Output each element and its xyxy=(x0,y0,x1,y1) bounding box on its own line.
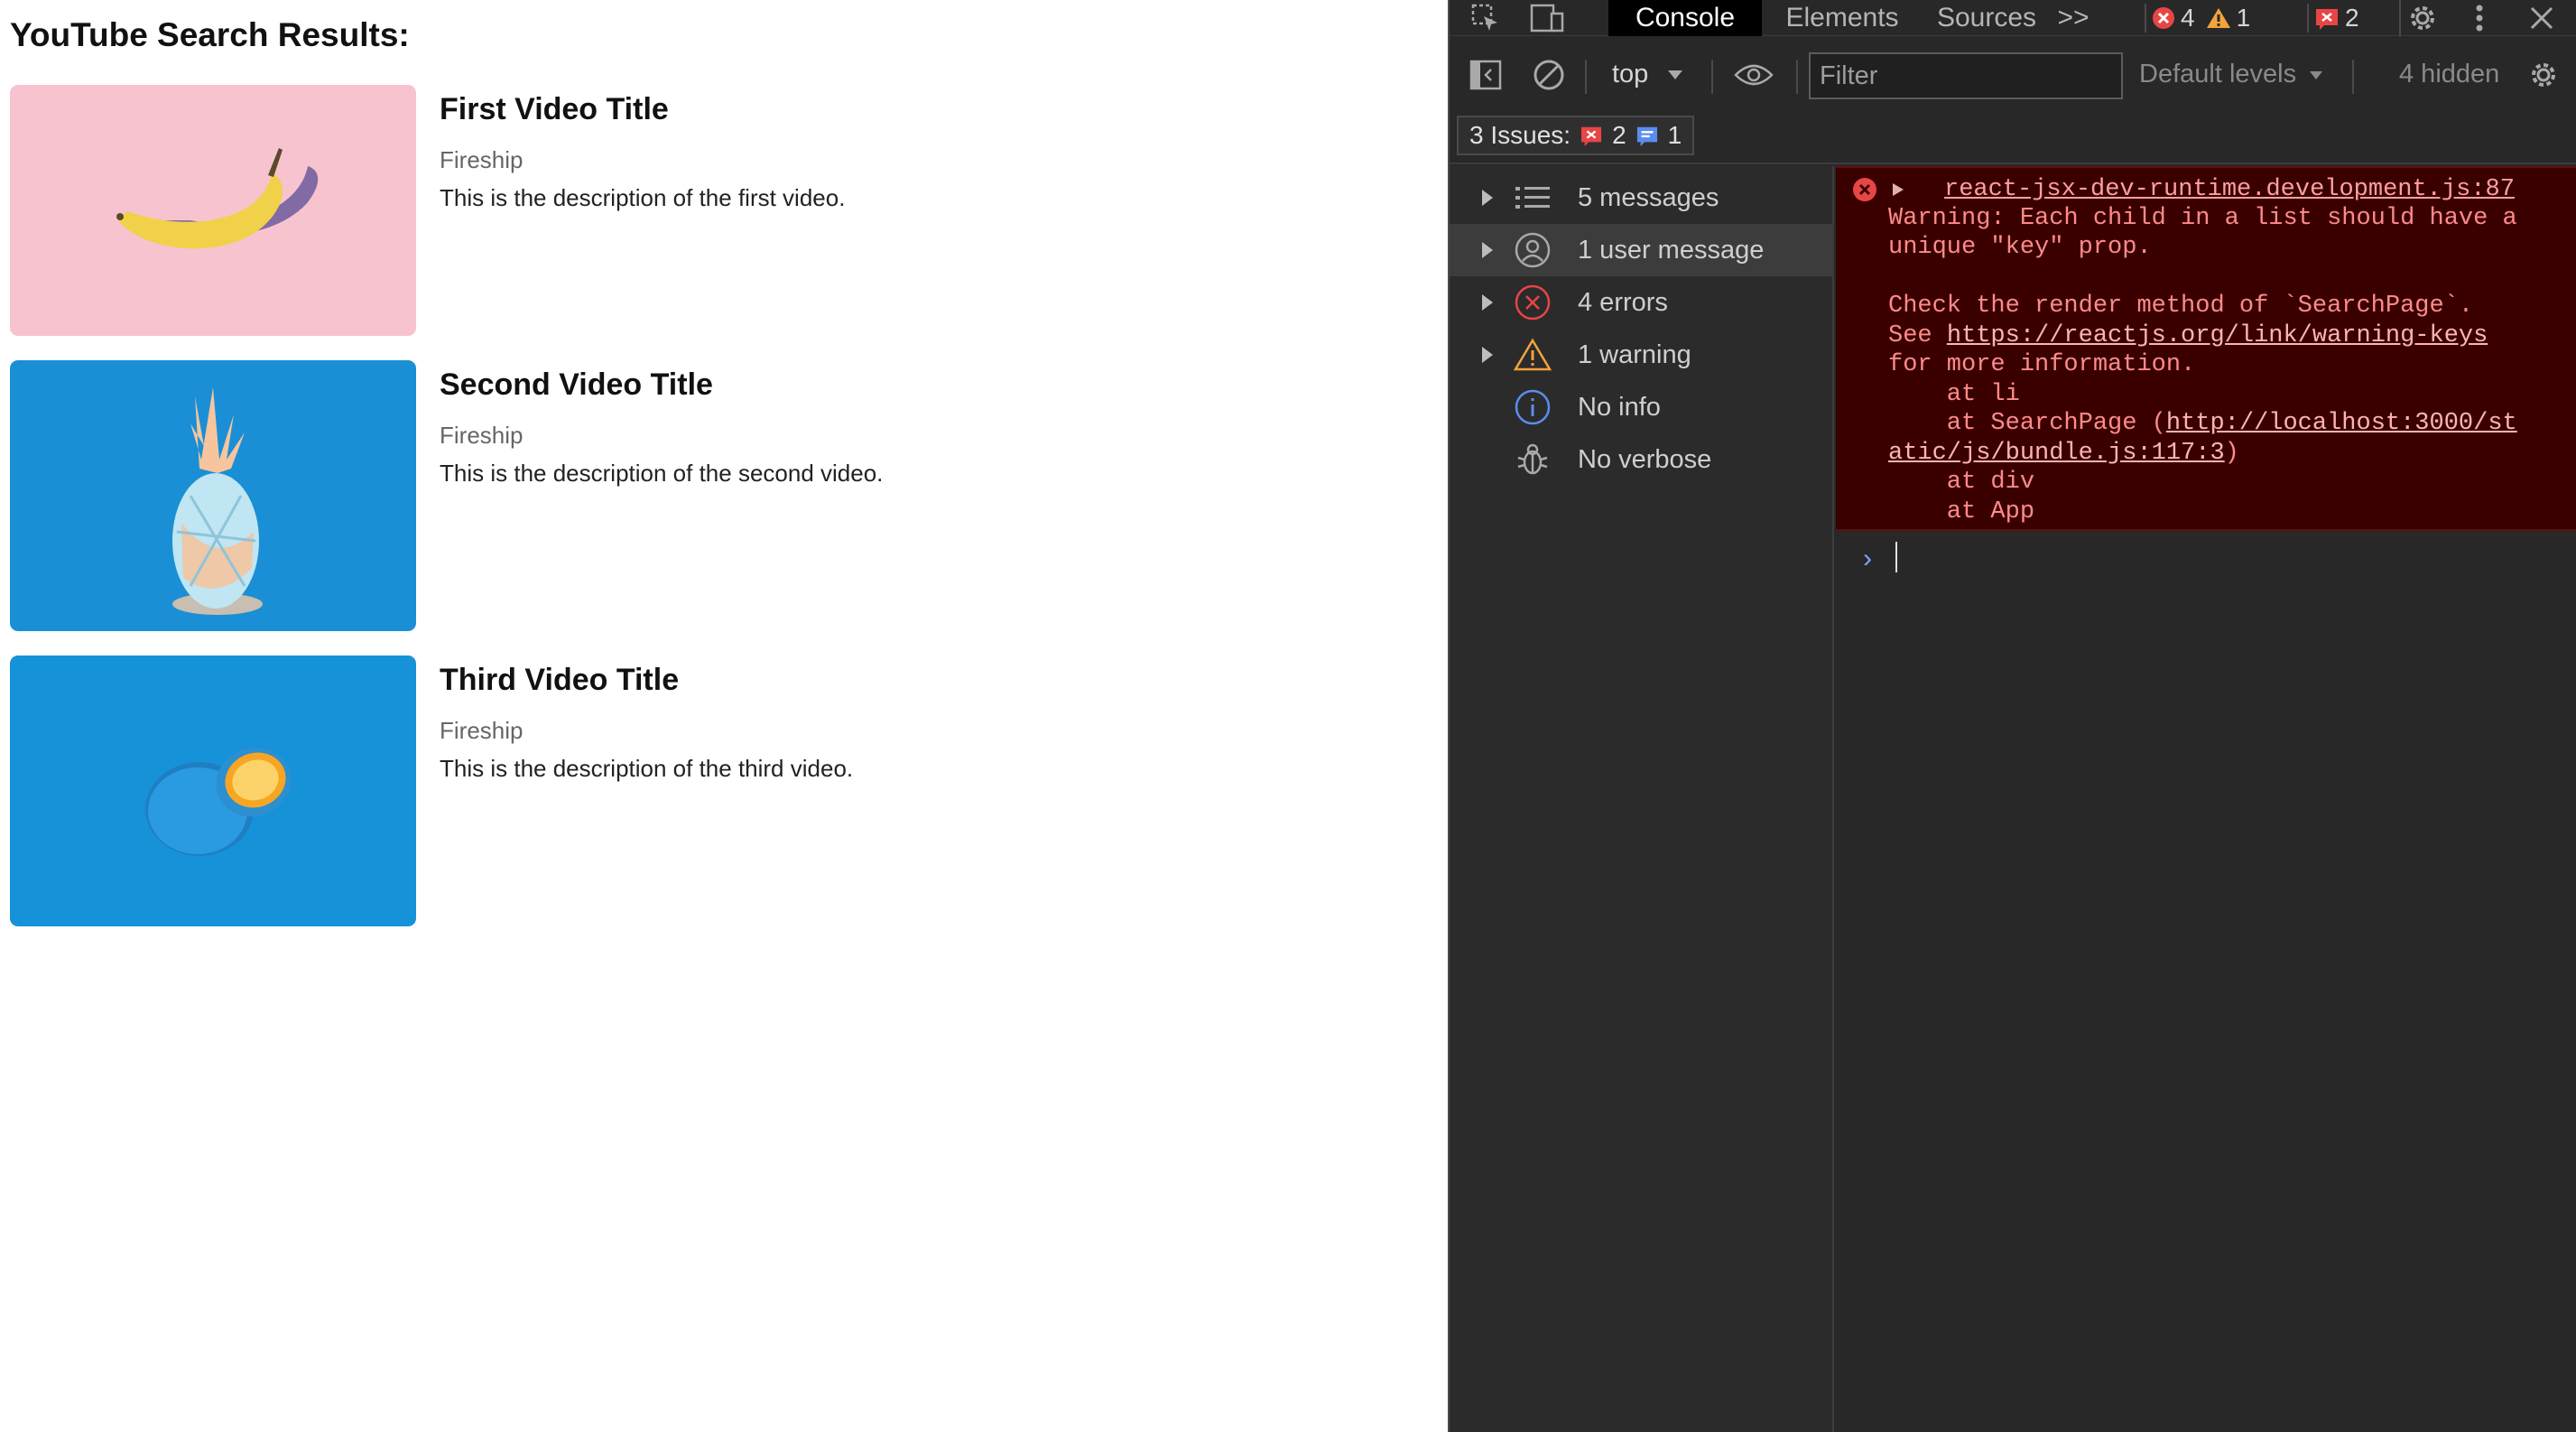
video-thumbnail[interactable] xyxy=(10,360,416,631)
expand-arrow-icon[interactable] xyxy=(1482,294,1493,311)
more-options-icon[interactable] xyxy=(2466,0,2493,36)
toolbar-divider xyxy=(1585,60,1587,94)
video-description: This is the description of the third vid… xyxy=(440,755,854,782)
error-text-line: See https://reactjs.org/link/warning-key… xyxy=(1888,322,2488,349)
source-link[interactable]: react-jsx-dev-runtime.development.js:87 xyxy=(1944,175,2515,205)
info-icon xyxy=(1513,387,1552,427)
expand-arrow-icon[interactable] xyxy=(1482,242,1493,258)
video-title[interactable]: Second Video Title xyxy=(440,367,713,403)
page-title: YouTube Search Results: xyxy=(10,16,410,53)
console-settings-gear-icon[interactable] xyxy=(2525,54,2562,96)
issue-flag-icon xyxy=(1580,126,1602,146)
toolbar-divider xyxy=(2352,60,2354,94)
tab-console[interactable]: Console xyxy=(1608,0,1762,36)
video-description: This is the description of the second vi… xyxy=(440,460,884,487)
issues-count-badge[interactable]: 2 xyxy=(2307,4,2370,33)
video-channel: Fireship xyxy=(440,717,524,744)
issues-error-count: 2 xyxy=(1612,121,1626,149)
video-description: This is the description of the first vid… xyxy=(440,184,846,211)
stack-frame: at SearchPage (http://localhost:3000/st xyxy=(1888,410,2517,437)
sidebar-toggle-icon[interactable] xyxy=(1468,54,1504,96)
console-input-caret[interactable] xyxy=(1895,542,1897,572)
log-levels-dropdown[interactable]: Default levels xyxy=(2139,60,2296,89)
sidebar-item-info[interactable]: No info xyxy=(1450,381,1832,433)
prompt-chevron-icon: › xyxy=(1863,544,1872,573)
stack-frame: at li xyxy=(1888,381,2020,408)
video-title[interactable]: Third Video Title xyxy=(440,663,679,698)
bundle-source-link-cont[interactable]: atic/js/bundle.js:117:3 xyxy=(1888,440,2225,467)
video-channel: Fireship xyxy=(440,146,524,173)
live-expression-eye-icon[interactable] xyxy=(1731,54,1776,96)
sidebar-item-verbose[interactable]: No verbose xyxy=(1450,433,1832,486)
video-title[interactable]: First Video Title xyxy=(440,92,669,127)
sidebar-item-warnings[interactable]: 1 warning xyxy=(1450,329,1832,381)
stack-frame: at div xyxy=(1888,469,2035,496)
stack-frame: at App xyxy=(1888,498,2035,525)
more-tabs-button[interactable]: >> xyxy=(2051,0,2096,36)
console-error-message[interactable]: react-jsx-dev-runtime.development.js:87 … xyxy=(1836,166,2576,531)
warning-icon xyxy=(2206,8,2230,28)
devtools-tabbar: Console Elements Sources >> 4 1 2 xyxy=(1450,0,2576,36)
warning-icon xyxy=(1513,335,1552,375)
issue-flag-icon xyxy=(2316,9,2338,30)
issues-button[interactable]: 3 Issues: 2 1 xyxy=(1457,116,1695,155)
orange-thumbnail-image xyxy=(10,656,416,926)
list-icon xyxy=(1513,178,1552,218)
chevron-down-icon[interactable] xyxy=(2305,54,2327,96)
inspect-element-icon[interactable] xyxy=(1468,0,1504,36)
error-text-line: unique "key" prop. xyxy=(1888,234,2152,261)
app-page: YouTube Search Results: First Video Titl… xyxy=(0,0,1448,1432)
sidebar-item-user-messages[interactable]: 1 user message xyxy=(1450,224,1832,276)
filter-input[interactable]: Filter xyxy=(1809,52,2123,99)
warning-keys-link[interactable]: https://reactjs.org/link/warning-keys xyxy=(1947,322,2488,349)
console-toolbar: top Filter Default levels 4 hidden xyxy=(1450,52,2576,103)
error-count-badge[interactable]: 4 1 xyxy=(2145,4,2261,33)
toolbar-divider xyxy=(1711,60,1713,94)
console-sidebar: 5 messages 1 user message 4 errors 1 war… xyxy=(1450,166,1834,1432)
error-text-line: for more information. xyxy=(1888,351,2196,378)
console-output: react-jsx-dev-runtime.development.js:87 … xyxy=(1836,166,2576,1432)
expand-arrow-icon[interactable] xyxy=(1482,190,1493,206)
toolbar-divider xyxy=(1796,60,1798,94)
devtools-panel: Console Elements Sources >> 4 1 2 top Fi… xyxy=(1448,0,2576,1432)
error-text-line: Check the render method of `SearchPage`. xyxy=(1888,293,2474,320)
expand-arrow-icon[interactable] xyxy=(1892,182,1904,197)
context-selector[interactable]: top xyxy=(1612,60,1648,89)
issues-bar: 3 Issues: 2 1 xyxy=(1450,110,2576,164)
sidebar-item-messages[interactable]: 5 messages xyxy=(1450,172,1832,224)
user-icon xyxy=(1513,230,1552,270)
chevron-down-icon[interactable] xyxy=(1664,54,1686,96)
bundle-source-link[interactable]: http://localhost:3000/st xyxy=(2166,410,2517,437)
error-icon xyxy=(1513,283,1552,322)
clear-console-icon[interactable] xyxy=(1531,54,1567,96)
video-thumbnail[interactable] xyxy=(10,85,416,336)
error-text-line: Warning: Each child in a list should hav… xyxy=(1888,205,2517,232)
stack-frame: atic/js/bundle.js:117:3) xyxy=(1888,440,2239,467)
error-icon xyxy=(1853,178,1876,201)
issues-label: 3 Issues: xyxy=(1469,121,1571,149)
expand-arrow-icon[interactable] xyxy=(1482,347,1493,363)
banana-thumbnail-image xyxy=(10,85,416,336)
close-icon[interactable] xyxy=(2524,0,2560,36)
info-message-icon xyxy=(1636,126,1657,146)
tab-sources[interactable]: Sources xyxy=(1928,0,2045,36)
hidden-count: 4 hidden xyxy=(2399,60,2500,88)
pineapple-thumbnail-image xyxy=(10,360,416,631)
device-toolbar-icon[interactable] xyxy=(1527,0,1569,36)
video-channel: Fireship xyxy=(440,422,524,449)
issues-info-count: 1 xyxy=(1667,121,1682,149)
tab-elements[interactable]: Elements xyxy=(1774,0,1910,36)
settings-gear-icon[interactable] xyxy=(2399,0,2444,36)
sidebar-item-errors[interactable]: 4 errors xyxy=(1450,276,1832,329)
bug-icon xyxy=(1513,440,1552,479)
video-thumbnail[interactable] xyxy=(10,656,416,926)
error-icon xyxy=(2153,7,2174,29)
